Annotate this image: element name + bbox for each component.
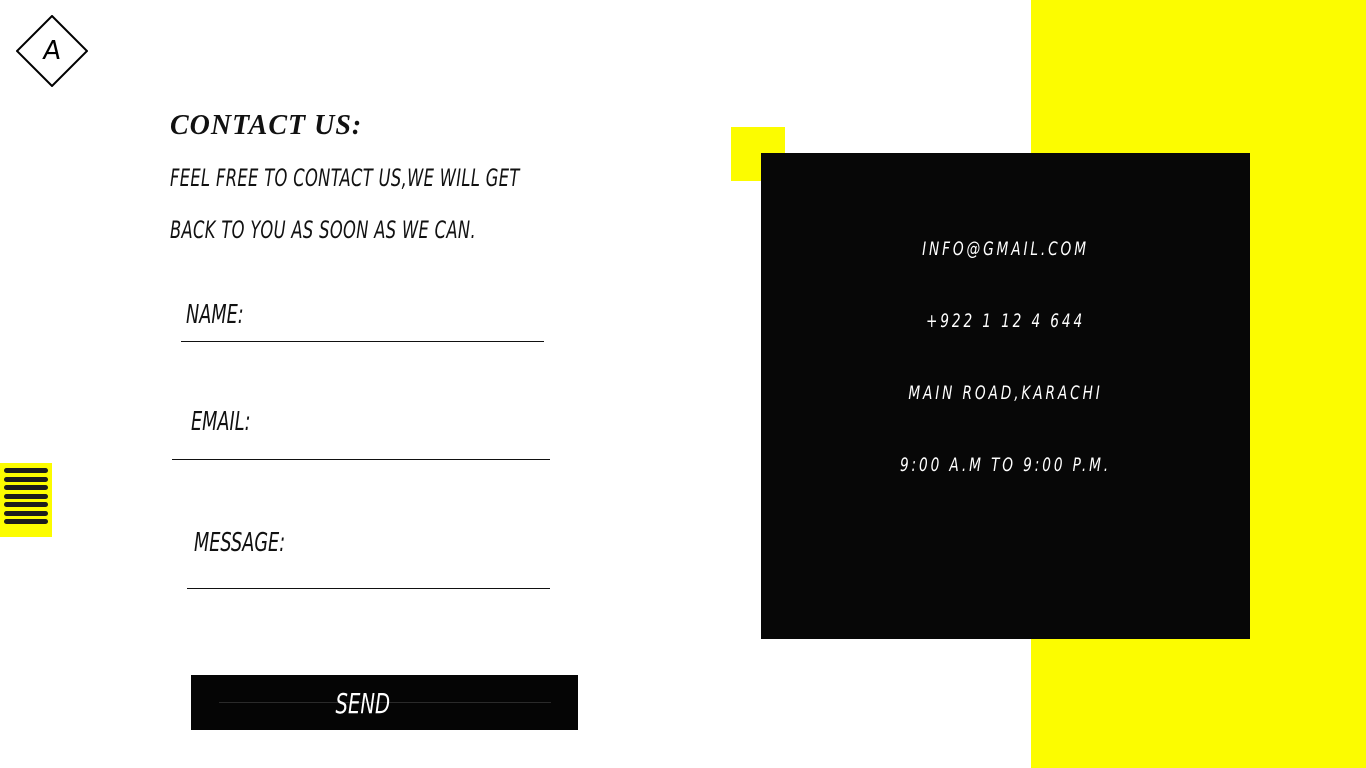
contact-email[interactable]: INFO@GMAIL.COM [829, 238, 1181, 260]
email-field[interactable] [172, 459, 550, 460]
contact-address: MAIN ROAD,KARACHI [908, 382, 1103, 404]
contact-intro: FEEL FREE TO CONTACT US,WE WILL GET BACK… [170, 152, 639, 256]
menu-button[interactable] [0, 463, 52, 537]
contact-intro-line-1: FEEL FREE TO CONTACT US,WE WILL GET [170, 164, 520, 192]
hamburger-menu-icon [4, 468, 48, 473]
page-title: CONTACT US: [170, 110, 363, 141]
hamburger-menu-icon-bar [4, 485, 48, 490]
contact-hours: 9:00 A.M TO 9:00 P.M. [899, 454, 1112, 476]
contact-intro-line-2: BACK TO YOU AS SOON AS WE CAN. [170, 216, 476, 244]
hamburger-menu-icon-bar [4, 493, 48, 499]
message-field-label: MESSAGE: [194, 528, 286, 558]
send-button-label: SEND [335, 687, 391, 720]
name-field-label: NAME: [186, 300, 244, 330]
hamburger-menu-icon-bar [4, 476, 48, 482]
name-field[interactable] [181, 341, 544, 342]
send-button[interactable]: SEND [191, 675, 578, 730]
hamburger-menu-icon-bar [4, 502, 48, 507]
contact-info-card: INFO@GMAIL.COM +922 1 12 4 644 MAIN ROAD… [761, 153, 1250, 639]
contact-phone[interactable]: +922 1 12 4 644 [829, 310, 1181, 332]
email-field-label: EMAIL: [191, 407, 251, 437]
logo[interactable]: A [16, 15, 88, 87]
message-field[interactable] [187, 588, 550, 589]
hamburger-menu-icon-bar [4, 519, 48, 524]
logo-letter: A [40, 36, 63, 66]
contact-page: A CONTACT US: FEEL FREE TO CONTACT US,WE… [0, 0, 1366, 768]
hamburger-menu-icon-bar [4, 510, 48, 516]
